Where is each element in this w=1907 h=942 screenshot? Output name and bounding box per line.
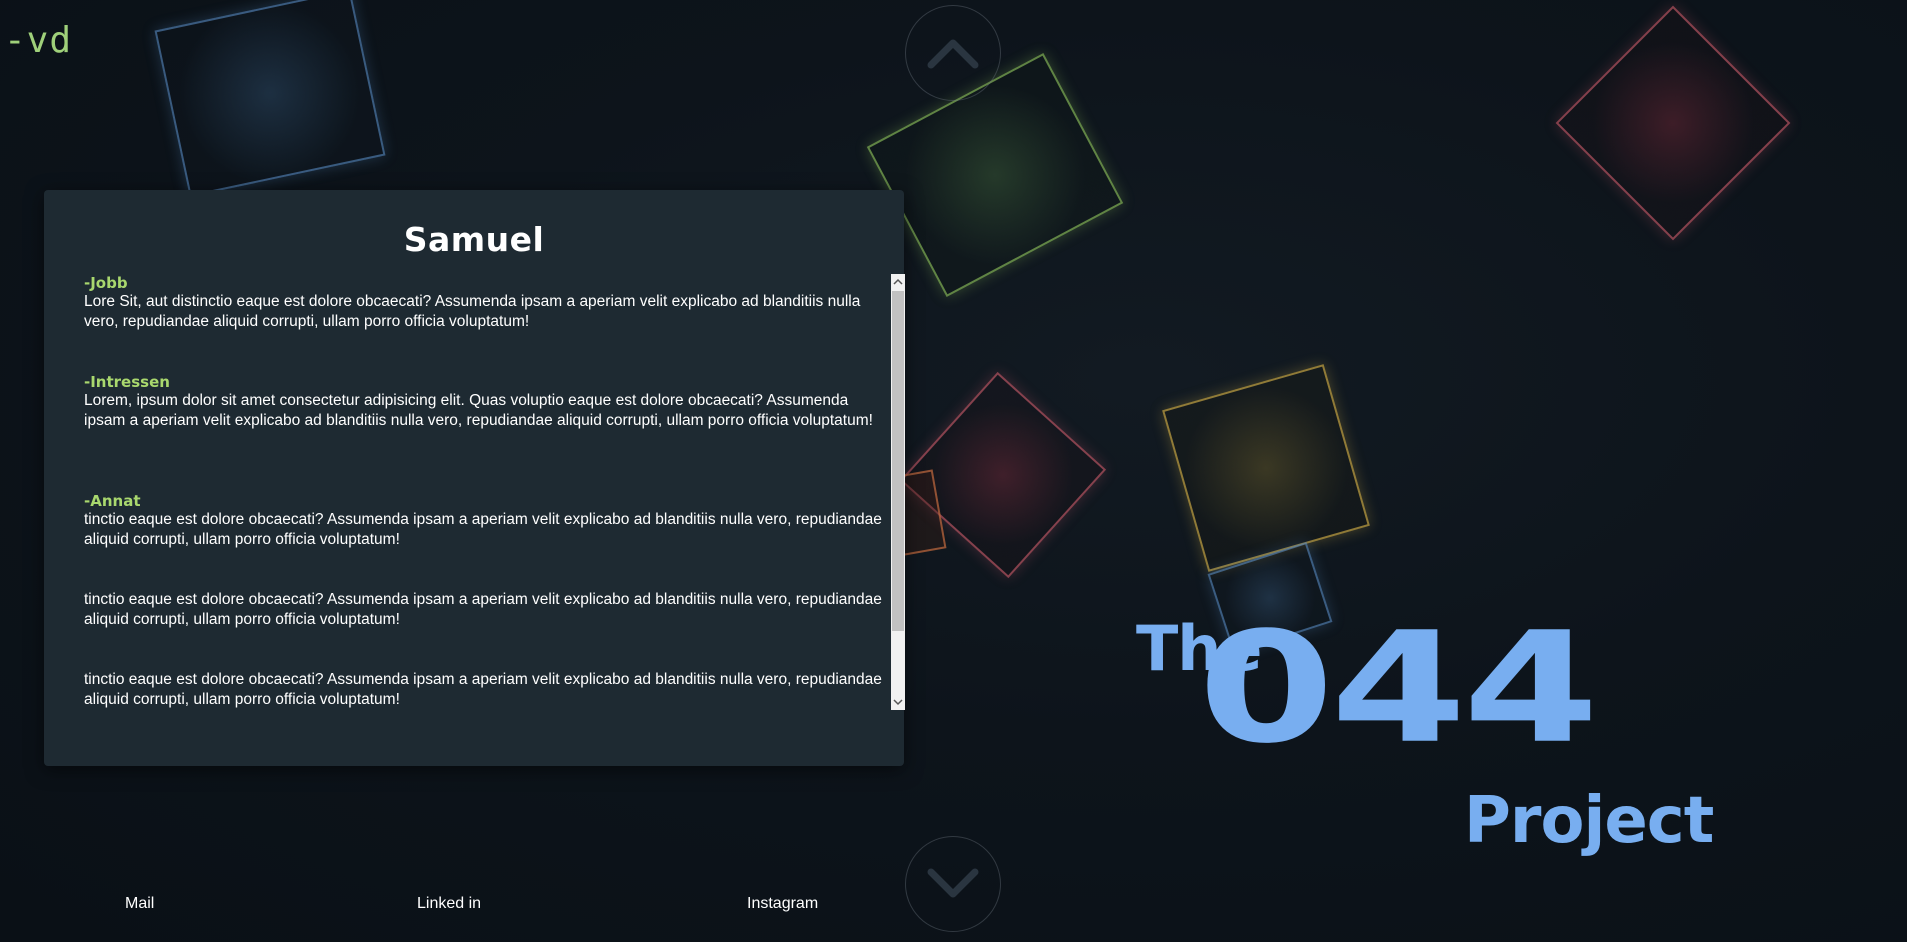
decorative-square-red bbox=[1555, 5, 1791, 241]
section-paragraph: tinctio eaque est dolore obcaecati? Assu… bbox=[84, 590, 884, 629]
footer-link-linkedin[interactable]: Linked in bbox=[417, 895, 481, 913]
brand-project: Project bbox=[1464, 784, 1714, 858]
section-heading: -Intressen bbox=[84, 373, 170, 391]
scrollbar-down-arrow[interactable] bbox=[891, 694, 905, 710]
chevron-up-icon bbox=[927, 39, 979, 69]
section-annat: -Annat tinctio eaque est dolore obcaecat… bbox=[84, 492, 884, 549]
brand-number: 044 bbox=[1198, 599, 1599, 778]
section-heading: -Jobb bbox=[84, 274, 128, 292]
decorative-square-gold bbox=[1162, 364, 1370, 572]
decorative-square-green bbox=[866, 53, 1124, 297]
profile-card: Samuel -Jobb Lore Sit, aut distinctio ea… bbox=[44, 190, 904, 766]
section-text: tinctio eaque est dolore obcaecati? Assu… bbox=[84, 671, 882, 708]
scrollbar-up-arrow[interactable] bbox=[891, 274, 905, 290]
scroll-down-button[interactable] bbox=[905, 836, 1001, 932]
section-text: tinctio eaque est dolore obcaecati? Assu… bbox=[84, 591, 882, 628]
page: -vd Samuel -Jobb Lore Sit, aut distincti… bbox=[0, 0, 1907, 942]
caret-up-icon bbox=[893, 278, 903, 285]
footer-link-instagram[interactable]: Instagram bbox=[747, 895, 818, 913]
section-text: tinctio eaque est dolore obcaecati? Assu… bbox=[84, 511, 882, 548]
section-intressen: -Intressen Lorem, ipsum dolor sit amet c… bbox=[84, 373, 884, 430]
section-heading: -Annat bbox=[84, 492, 141, 510]
site-logo[interactable]: -vd bbox=[4, 20, 72, 61]
chevron-down-icon bbox=[927, 868, 979, 898]
content-scrollbar[interactable] bbox=[891, 274, 905, 710]
section-text: Lore Sit, aut distinctio eaque est dolor… bbox=[84, 293, 861, 330]
section-text: Lorem, ipsum dolor sit amet consectetur … bbox=[84, 392, 873, 429]
profile-name: Samuel bbox=[403, 220, 545, 259]
scroll-up-button[interactable] bbox=[905, 5, 1001, 101]
profile-content-scroll[interactable]: -Jobb Lore Sit, aut distinctio eaque est… bbox=[84, 274, 884, 710]
footer-link-mail[interactable]: Mail bbox=[125, 895, 154, 913]
decorative-square-blue bbox=[154, 0, 386, 197]
caret-down-icon bbox=[893, 699, 903, 706]
scrollbar-thumb[interactable] bbox=[892, 291, 904, 631]
section-paragraph: tinctio eaque est dolore obcaecati? Assu… bbox=[84, 670, 884, 709]
section-jobb: -Jobb Lore Sit, aut distinctio eaque est… bbox=[84, 274, 884, 331]
